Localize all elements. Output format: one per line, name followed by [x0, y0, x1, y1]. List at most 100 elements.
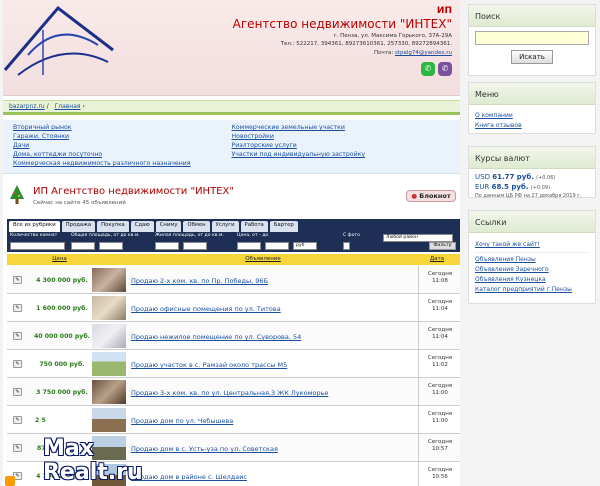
site-header: ИП Агентство недвижимости "ИНТЕХ" г. Пен… [3, 0, 460, 96]
date-time: 10:57 [432, 446, 448, 452]
date-time: 11:04 [432, 306, 448, 312]
photo-checkbox[interactable] [343, 242, 350, 250]
link-want-site[interactable]: Хочу такой же сайт! [475, 241, 540, 248]
eur-code: EUR [475, 183, 490, 191]
note-icon[interactable]: ✎ [13, 304, 22, 312]
total-area-from[interactable] [71, 242, 95, 250]
note-icon[interactable]: ✎ [13, 416, 22, 424]
listing-link[interactable]: Продаю дом в районе с. Шелдаис [131, 473, 247, 481]
date-day: Сегодня [427, 439, 453, 445]
currency-select[interactable]: руб [293, 242, 317, 250]
menu-title: Меню [469, 83, 595, 105]
usd-delta: (+0.06) [536, 175, 556, 181]
category-link[interactable]: Новостройки [232, 133, 451, 140]
search-panel: Поиск Искать [468, 4, 596, 76]
category-link[interactable]: Участки под индивидуальную застройку [232, 151, 451, 158]
tab-buy[interactable]: Покупка [97, 221, 129, 232]
date-day: Сегодня [427, 355, 453, 361]
tab-exchange[interactable]: Обмен [183, 221, 210, 232]
menu-item-about[interactable]: О компании [475, 112, 589, 119]
header-email-line: Почта: stpalg74@yandex.ru [374, 50, 452, 56]
watermark-line1: Max [43, 436, 94, 461]
listing-link[interactable]: Продаю дом в с. Усть-уза по ул. Советска… [131, 445, 278, 453]
col-price[interactable]: Цена [7, 254, 112, 265]
agency-logo[interactable] [3, 0, 123, 90]
link-penza[interactable]: Объявления Пензы [475, 256, 589, 263]
category-link[interactable]: Коммерческая недвижимость различного наз… [13, 160, 232, 167]
breadcrumb-site[interactable]: bazarpnz.ru [9, 103, 45, 110]
photo-label: С фото [343, 233, 360, 238]
rooms-select[interactable] [10, 242, 65, 250]
listing-thumbnail[interactable] [92, 268, 126, 292]
listing-thumbnail[interactable] [92, 380, 126, 404]
category-link[interactable]: Дачи [13, 142, 232, 149]
email-link[interactable]: stpalg74@yandex.ru [395, 50, 452, 56]
category-links: Вторичный рынок Гаражи, Стоянки Дачи Дом… [3, 120, 460, 174]
living-area-from[interactable] [155, 242, 179, 250]
living-area-to[interactable] [183, 242, 207, 250]
category-link[interactable]: Вторичный рынок [13, 124, 232, 131]
listing-thumbnail[interactable] [92, 324, 126, 348]
listing-link[interactable]: Продаю 2-х ком. кв. по Пр. Победы, 96Б [131, 277, 268, 285]
link-kuznetsk[interactable]: Объявления Кузнецка [475, 276, 589, 283]
usd-value: 61.77 руб. [492, 173, 534, 181]
category-link[interactable]: Дома, коттеджи посуточно [13, 151, 232, 158]
listing-thumbnail[interactable] [92, 436, 126, 460]
tab-work[interactable]: Работа [240, 221, 268, 232]
listing-price: 1 600 000 руб. [36, 305, 88, 312]
listing-thumbnail[interactable] [92, 296, 126, 320]
date-time: 11:04 [432, 334, 448, 340]
whatsapp-icon[interactable]: ✆ [421, 62, 435, 76]
rss-icon[interactable] [5, 476, 15, 486]
menu-item-reviews[interactable]: Книга отзывов [475, 122, 589, 129]
note-icon[interactable]: ✎ [13, 276, 22, 284]
tab-all[interactable]: Все из рубрики [9, 221, 60, 232]
link-catalog[interactable]: Каталог предприятий г.Пензы [475, 286, 589, 293]
tab-rent-out[interactable]: Сдаю [130, 221, 154, 232]
search-button[interactable]: Искать [511, 50, 553, 64]
breadcrumb: bazarpnz.ru / Главная › [3, 100, 460, 115]
listing-date: Сегодня 11:04 [421, 299, 459, 313]
note-icon[interactable]: ✎ [13, 444, 22, 452]
filter-button[interactable]: Фильтр [429, 242, 456, 250]
listing-link[interactable]: Продаю дом по ул. Чебышева [131, 417, 233, 425]
note-icon[interactable]: ✎ [13, 332, 22, 340]
date-time: 11:08 [432, 278, 448, 284]
category-tabs: Все из рубрики Продажа Покупка Сдаю Сним… [7, 219, 460, 232]
header-title: Агентство недвижимости "ИНТЕХ" [232, 17, 452, 31]
listing-link[interactable]: Продаю участок в с. Рамзай около трассы … [131, 361, 287, 369]
col-ad[interactable]: Объявление [112, 254, 414, 265]
listing-thumbnail[interactable] [92, 408, 126, 432]
table-row: ✎ 1 600 000 руб. Продаю офисные помещени… [7, 294, 460, 322]
tab-sale[interactable]: Продажа [61, 221, 96, 232]
eur-value: 68.5 руб. [491, 183, 529, 191]
note-icon[interactable]: ✎ [13, 388, 22, 396]
note-icon[interactable]: ✎ [13, 360, 22, 368]
listing-link[interactable]: Продаю 3-х ком. кв. по ул. Центральная,3… [131, 389, 328, 397]
region-select[interactable]: Любой район [383, 234, 453, 242]
menu-panel: Меню О компании Книга отзывов [468, 82, 596, 134]
link-zarechny[interactable]: Объявления Заречного [475, 266, 589, 273]
price-to[interactable] [265, 242, 289, 250]
listing-link[interactable]: Продаю офисные помещения по ул. Титова [131, 305, 281, 313]
category-link[interactable]: Коммерческие земельные участки [232, 124, 451, 131]
total-area-to[interactable] [99, 242, 123, 250]
christmas-tree-icon [10, 185, 24, 204]
date-day: Сегодня [427, 467, 453, 473]
tab-barter[interactable]: Бартер [269, 221, 298, 232]
col-date[interactable]: Дата [414, 254, 460, 265]
breadcrumb-home[interactable]: Главная [55, 103, 81, 110]
listing-thumbnail[interactable] [92, 352, 126, 376]
listing-link[interactable]: Продаю нежилое помещение по ул. Суворова… [131, 333, 301, 341]
category-link[interactable]: Риэлторские услуги [232, 142, 451, 149]
tab-rent[interactable]: Сниму [155, 221, 182, 232]
total-area-label: Общая площадь, от до кв.м. [71, 233, 140, 238]
category-link[interactable]: Гаражи, Стоянки [13, 133, 232, 140]
price-from[interactable] [237, 242, 261, 250]
viber-icon[interactable]: ✆ [438, 62, 452, 76]
search-input[interactable] [475, 31, 589, 45]
header-ip: ИП [436, 6, 452, 16]
table-row: ✎ 40 000 000 руб. Продаю нежилое помещен… [7, 322, 460, 350]
tab-services[interactable]: Услуги [211, 221, 239, 232]
notepad-button[interactable]: ● Блокнот [406, 190, 456, 202]
